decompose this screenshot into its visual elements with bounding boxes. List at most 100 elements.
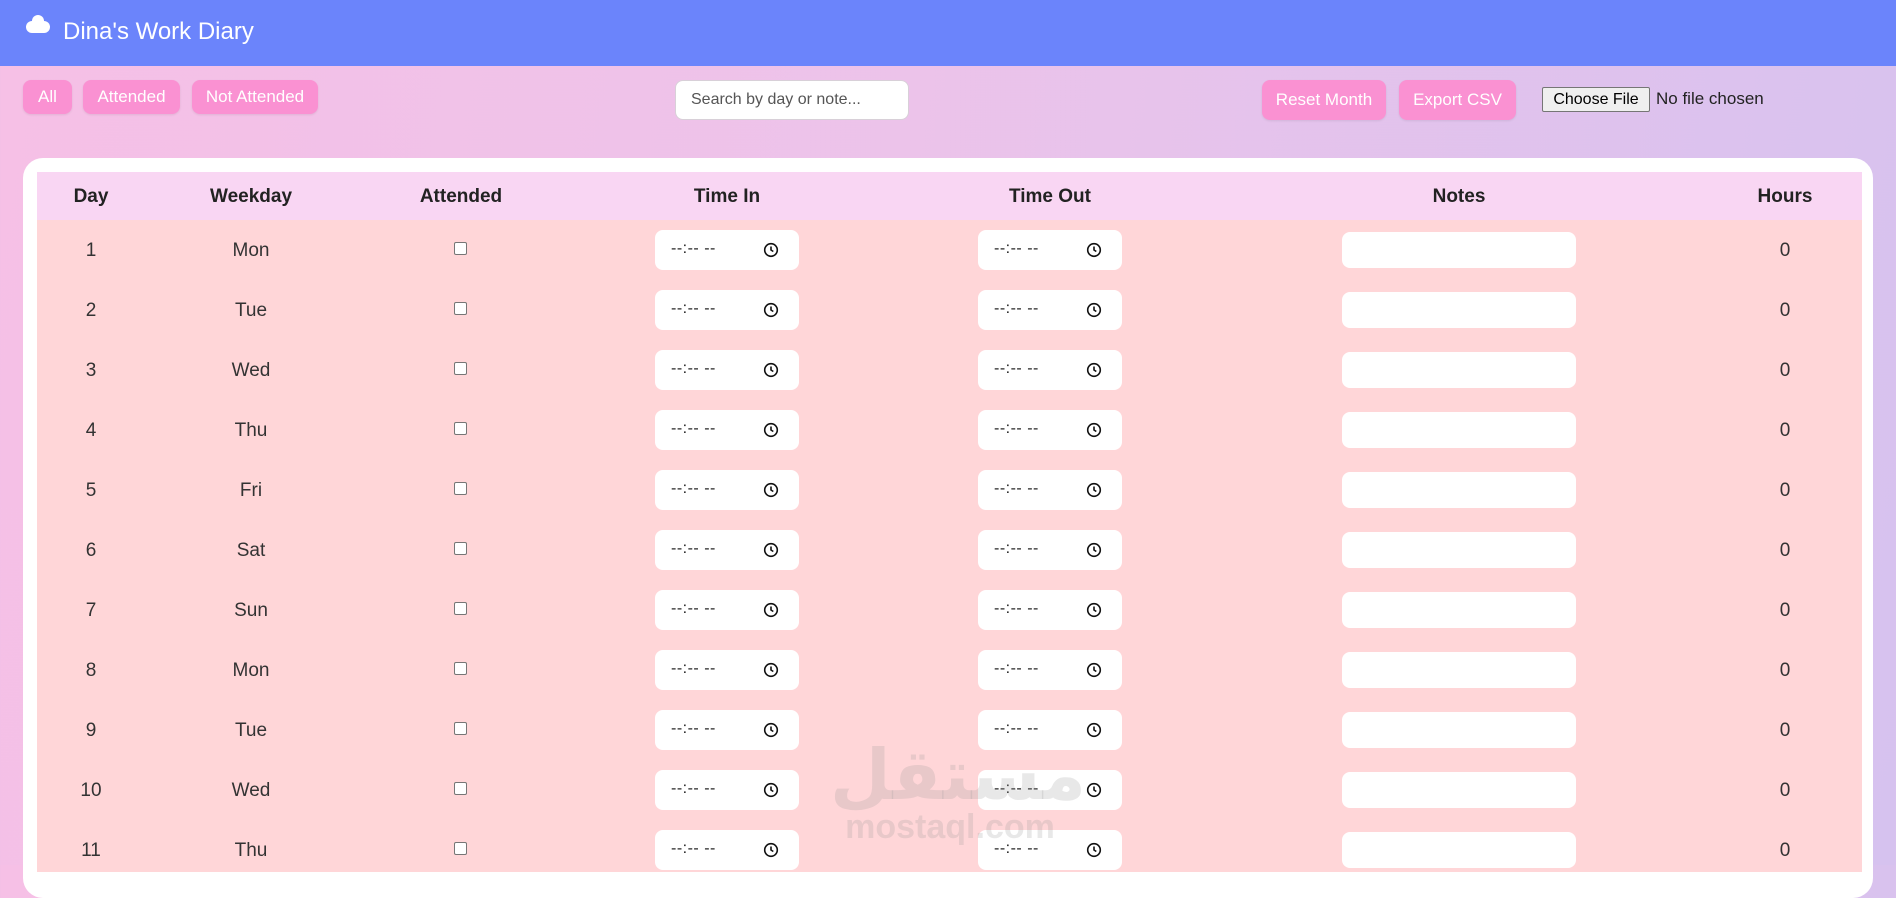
header-time-out: Time Out (1009, 186, 1091, 207)
day-number: 11 (81, 840, 101, 861)
notes-input[interactable] (1342, 592, 1576, 628)
clock-icon[interactable] (1086, 662, 1102, 678)
time-in-input[interactable]: --:-- -- (655, 530, 799, 570)
clock-icon[interactable] (1086, 482, 1102, 498)
notes-input[interactable] (1342, 832, 1576, 868)
filter-attended-button[interactable]: Attended (83, 80, 180, 114)
clock-icon[interactable] (763, 722, 779, 738)
time-out-input[interactable]: --:-- -- (978, 710, 1122, 750)
clock-icon[interactable] (763, 242, 779, 258)
weekday-label: Sat (236, 540, 266, 561)
time-in-input[interactable]: --:-- -- (655, 290, 799, 330)
time-out-placeholder: --:-- -- (994, 360, 1039, 377)
notes-input[interactable] (1342, 232, 1576, 268)
time-in-placeholder: --:-- -- (671, 360, 716, 377)
search-input[interactable] (675, 80, 909, 120)
clock-icon[interactable] (763, 842, 779, 858)
table-row: 10 Wed --:-- -- --:-- -- 0 (37, 760, 1862, 820)
time-out-placeholder: --:-- -- (994, 420, 1039, 437)
time-in-input[interactable]: --:-- -- (655, 230, 799, 270)
notes-input[interactable] (1342, 352, 1576, 388)
filter-all-button[interactable]: All (23, 80, 72, 114)
attended-checkbox[interactable] (454, 302, 467, 315)
time-out-placeholder: --:-- -- (994, 840, 1039, 857)
time-in-input[interactable]: --:-- -- (655, 650, 799, 690)
clock-icon[interactable] (763, 422, 779, 438)
time-out-input[interactable]: --:-- -- (978, 470, 1122, 510)
time-in-input[interactable]: --:-- -- (655, 410, 799, 450)
clock-icon[interactable] (763, 602, 779, 618)
clock-icon[interactable] (763, 782, 779, 798)
time-in-input[interactable]: --:-- -- (655, 350, 799, 390)
time-out-placeholder: --:-- -- (994, 240, 1039, 257)
header-notes: Notes (1432, 186, 1486, 207)
attended-checkbox[interactable] (454, 662, 467, 675)
day-number: 5 (85, 480, 97, 501)
time-in-input[interactable]: --:-- -- (655, 470, 799, 510)
attended-checkbox[interactable] (454, 422, 467, 435)
hours-value: 0 (1779, 240, 1791, 261)
time-in-input[interactable]: --:-- -- (655, 710, 799, 750)
time-out-input[interactable]: --:-- -- (978, 650, 1122, 690)
attended-checkbox[interactable] (454, 362, 467, 375)
table-header: Day Weekday Attended Time In Time Out No… (37, 172, 1862, 220)
attended-checkbox[interactable] (454, 242, 467, 255)
time-out-input[interactable]: --:-- -- (978, 770, 1122, 810)
clock-icon[interactable] (1086, 422, 1102, 438)
table-row: 5 Fri --:-- -- --:-- -- 0 (37, 460, 1862, 520)
time-out-input[interactable]: --:-- -- (978, 350, 1122, 390)
notes-input[interactable] (1342, 772, 1576, 808)
toolbar: All Attended Not Attended Reset Month Ex… (0, 66, 1896, 156)
notes-input[interactable] (1342, 292, 1576, 328)
clock-icon[interactable] (1086, 542, 1102, 558)
clock-icon[interactable] (763, 542, 779, 558)
weekday-label: Tue (234, 720, 268, 741)
time-out-input[interactable]: --:-- -- (978, 290, 1122, 330)
weekday-label: Thu (234, 840, 268, 861)
notes-input[interactable] (1342, 472, 1576, 508)
hours-value: 0 (1779, 300, 1791, 321)
attended-checkbox[interactable] (454, 482, 467, 495)
export-csv-button[interactable]: Export CSV (1399, 80, 1516, 120)
time-out-input[interactable]: --:-- -- (978, 530, 1122, 570)
clock-icon[interactable] (1086, 302, 1102, 318)
notes-input[interactable] (1342, 712, 1576, 748)
time-out-input[interactable]: --:-- -- (978, 410, 1122, 450)
time-in-input[interactable]: --:-- -- (655, 830, 799, 870)
day-number: 8 (85, 660, 97, 681)
time-out-placeholder: --:-- -- (994, 540, 1039, 557)
attended-checkbox[interactable] (454, 722, 467, 735)
header-hours: Hours (1757, 186, 1813, 207)
clock-icon[interactable] (1086, 362, 1102, 378)
attended-checkbox[interactable] (454, 542, 467, 555)
day-number: 6 (85, 540, 97, 561)
clock-icon[interactable] (1086, 722, 1102, 738)
notes-input[interactable] (1342, 652, 1576, 688)
table-row: 1 Mon --:-- -- --:-- -- 0 (37, 220, 1862, 280)
clock-icon[interactable] (1086, 242, 1102, 258)
filter-not-attended-button[interactable]: Not Attended (192, 80, 318, 114)
notes-input[interactable] (1342, 412, 1576, 448)
time-out-input[interactable]: --:-- -- (978, 830, 1122, 870)
time-out-input[interactable]: --:-- -- (978, 590, 1122, 630)
time-out-input[interactable]: --:-- -- (978, 230, 1122, 270)
attended-checkbox[interactable] (454, 842, 467, 855)
time-in-placeholder: --:-- -- (671, 300, 716, 317)
clock-icon[interactable] (1086, 782, 1102, 798)
clock-icon[interactable] (1086, 842, 1102, 858)
time-in-input[interactable]: --:-- -- (655, 770, 799, 810)
choose-file-button[interactable]: Choose File (1542, 87, 1650, 112)
clock-icon[interactable] (763, 482, 779, 498)
table-row: 11 Thu --:-- -- --:-- -- 0 (37, 820, 1862, 880)
clock-icon[interactable] (763, 362, 779, 378)
clock-icon[interactable] (1086, 602, 1102, 618)
clock-icon[interactable] (763, 662, 779, 678)
attended-checkbox[interactable] (454, 782, 467, 795)
clock-icon[interactable] (763, 302, 779, 318)
notes-input[interactable] (1342, 532, 1576, 568)
reset-month-button[interactable]: Reset Month (1262, 80, 1386, 120)
attended-checkbox[interactable] (454, 602, 467, 615)
time-out-placeholder: --:-- -- (994, 660, 1039, 677)
time-out-placeholder: --:-- -- (994, 480, 1039, 497)
time-in-input[interactable]: --:-- -- (655, 590, 799, 630)
